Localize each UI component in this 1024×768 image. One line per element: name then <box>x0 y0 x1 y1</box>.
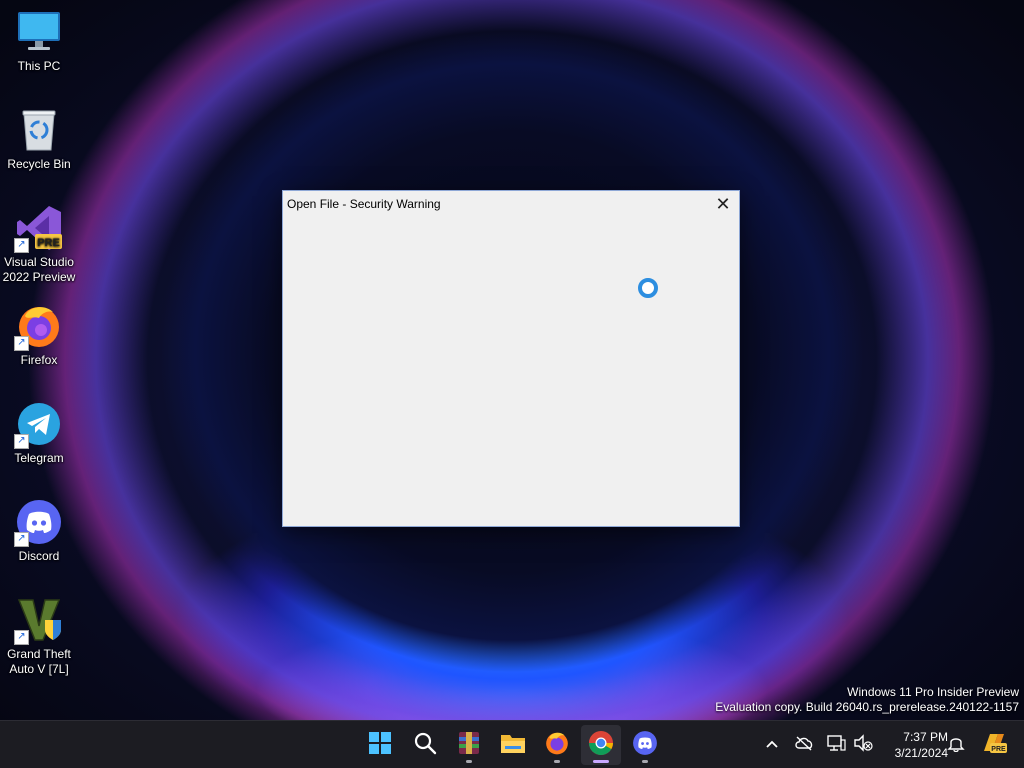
desktop-icon-this-pc[interactable]: This PC <box>1 8 77 74</box>
active-indicator <box>593 760 609 763</box>
taskbar-app-winrar[interactable] <box>449 725 489 765</box>
desktop-icon-visual-studio[interactable]: PRE ↗ Visual Studio 2022 Preview <box>1 204 77 285</box>
watermark-build: Evaluation copy. Build 26040.rs_prerelea… <box>715 700 1019 714</box>
windows-start-icon <box>368 731 392 760</box>
bell-icon <box>947 734 965 755</box>
monitor-icon <box>15 8 63 56</box>
clock-date: 3/21/2024 <box>894 746 948 760</box>
onedrive-offline-icon <box>794 735 814 754</box>
start-button[interactable] <box>360 725 400 765</box>
chevron-up-icon <box>765 736 779 752</box>
taskbar-app-file-explorer[interactable] <box>493 725 533 765</box>
firefox-icon: ↗ <box>14 302 63 351</box>
folder-icon <box>500 731 526 760</box>
copilot-icon: PRE <box>980 731 1008 758</box>
desktop-icon-telegram[interactable]: ↗ Telegram <box>1 400 77 466</box>
vs-pre-badge: PRE <box>37 237 60 249</box>
gta-icon: ↗ <box>14 596 63 645</box>
recycle-bin-icon <box>15 106 63 154</box>
running-indicator <box>642 760 648 763</box>
discord-icon: ↗ <box>14 498 63 547</box>
running-indicator <box>466 760 472 763</box>
volume-muted-icon <box>853 733 873 755</box>
volume-button[interactable] <box>852 733 874 755</box>
firefox-icon <box>544 730 570 761</box>
taskbar-app-chrome[interactable] <box>581 725 621 765</box>
close-button[interactable]: ✕ <box>711 193 735 215</box>
shortcut-arrow-icon: ↗ <box>14 336 29 351</box>
desktop-icon-label: Discord <box>18 549 60 563</box>
taskbar-app-discord[interactable] <box>625 725 665 765</box>
discord-icon <box>632 730 658 761</box>
show-hidden-icons-button[interactable] <box>761 733 783 755</box>
desktop-icon-label: Firefox <box>20 353 58 367</box>
desktop-icon-label: Grand Theft Auto V [7L] <box>7 647 71 676</box>
close-icon: ✕ <box>715 194 731 214</box>
chrome-icon <box>588 730 614 761</box>
search-button[interactable] <box>405 725 445 765</box>
shortcut-arrow-icon: ↗ <box>14 434 29 449</box>
shortcut-arrow-icon: ↗ <box>14 238 29 253</box>
dialog-title: Open File - Security Warning <box>287 197 441 211</box>
clock[interactable]: 7:37 PM 3/21/2024 <box>876 729 948 761</box>
copilot-pre-badge: PRE <box>991 746 1006 753</box>
taskbar: 7:37 PM 3/21/2024 PRE <box>0 720 1024 768</box>
loading-spinner-icon <box>638 278 658 298</box>
desktop-icon-label: Telegram <box>14 451 64 465</box>
notifications-button[interactable] <box>945 733 967 755</box>
search-icon <box>413 731 437 760</box>
desktop-icon-label: This PC <box>17 59 61 73</box>
onedrive-button[interactable] <box>793 733 815 755</box>
desktop-icon-recycle-bin[interactable]: Recycle Bin <box>1 106 77 172</box>
desktop: This PC Recycle Bin PRE ↗ Visual Studio … <box>0 0 1024 720</box>
running-indicator <box>554 760 560 763</box>
desktop-icon-firefox[interactable]: ↗ Firefox <box>1 302 77 368</box>
winrar-icon <box>456 730 482 761</box>
desktop-icon-label: Visual Studio 2022 Preview <box>2 255 76 284</box>
copilot-button[interactable]: PRE <box>980 733 1008 755</box>
taskbar-app-firefox[interactable] <box>537 725 577 765</box>
shortcut-arrow-icon: ↗ <box>14 532 29 547</box>
watermark-edition: Windows 11 Pro Insider Preview <box>847 685 1019 699</box>
desktop-icon-gta[interactable]: ↗ Grand Theft Auto V [7L] <box>1 596 77 677</box>
security-warning-dialog[interactable]: Open File - Security Warning ✕ <box>282 190 740 527</box>
telegram-icon: ↗ <box>14 400 63 449</box>
shortcut-arrow-icon: ↗ <box>14 630 29 645</box>
network-icon <box>826 734 846 755</box>
desktop-icon-discord[interactable]: ↗ Discord <box>1 498 77 564</box>
build-watermark: Windows 11 Pro Insider Preview Evaluatio… <box>715 685 1019 715</box>
desktop-icon-label: Recycle Bin <box>7 157 71 171</box>
visual-studio-icon: PRE ↗ <box>14 204 63 253</box>
clock-time: 7:37 PM <box>903 730 948 744</box>
network-button[interactable] <box>825 733 847 755</box>
